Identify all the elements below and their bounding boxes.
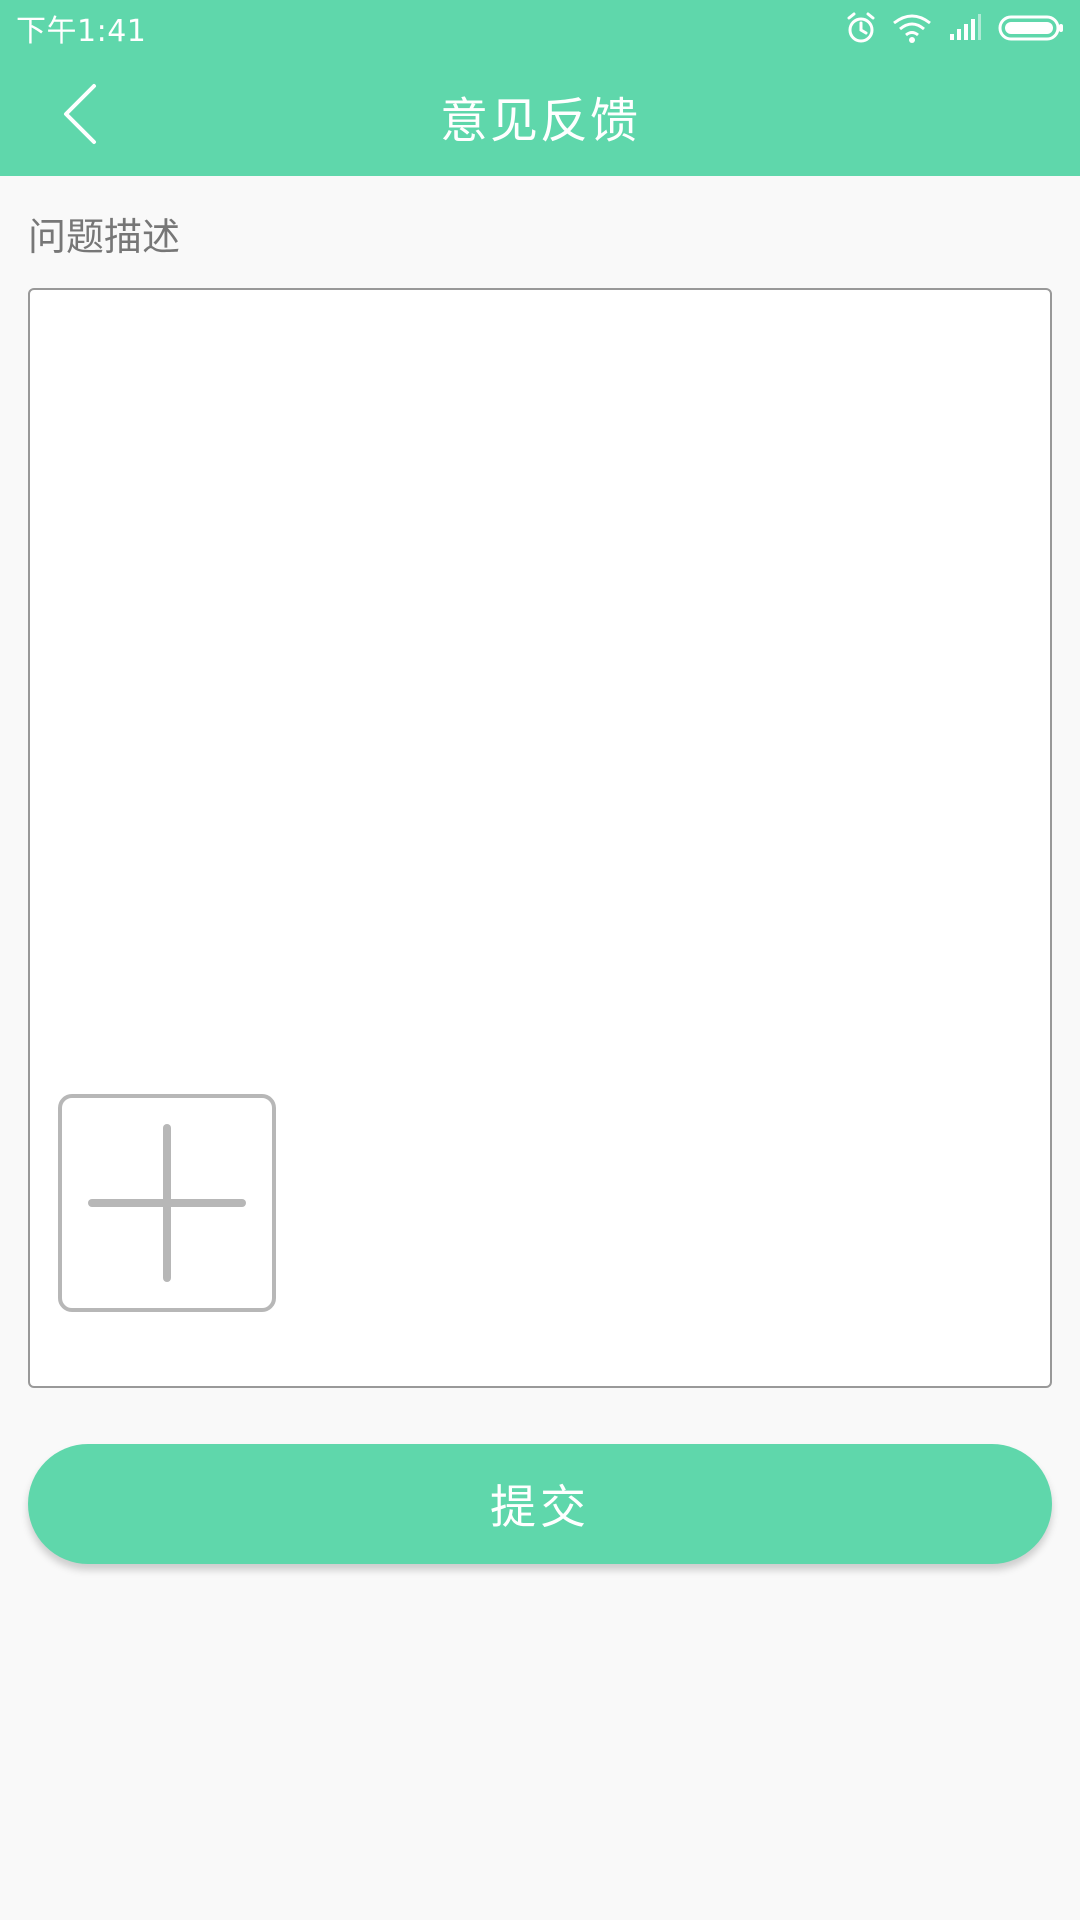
problem-description-label: 问题描述: [28, 215, 181, 259]
app-bar: 意见反馈: [0, 56, 1080, 176]
alarm-icon: [846, 12, 876, 44]
chevron-left-icon: [60, 82, 100, 150]
battery-icon: [998, 14, 1064, 42]
status-icons: [846, 12, 1064, 44]
submit-button[interactable]: 提交: [28, 1444, 1052, 1564]
feedback-box: [28, 288, 1052, 1388]
status-time: 下午1:41: [16, 14, 147, 49]
add-image-button[interactable]: [58, 1094, 276, 1312]
status-bar: 下午1:41: [0, 0, 1080, 56]
page-title: 意见反馈: [439, 93, 640, 149]
wifi-icon: [892, 13, 932, 43]
description-input[interactable]: [30, 290, 1050, 1090]
signal-icon: [948, 14, 982, 42]
back-button[interactable]: [40, 74, 120, 158]
